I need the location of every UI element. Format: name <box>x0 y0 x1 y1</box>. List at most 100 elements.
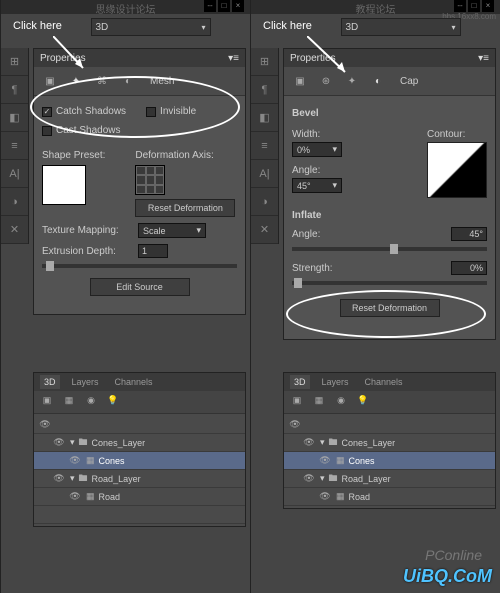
visibility-icon[interactable]: 👁 <box>68 455 82 466</box>
tool-icon[interactable]: ◑ <box>1 188 28 216</box>
chevron-down-icon: ▾ <box>332 144 337 155</box>
deform-axis-grid[interactable] <box>135 165 165 195</box>
layer-name: Road <box>99 492 121 502</box>
cap-tab-icon[interactable]: ◐ <box>120 73 136 89</box>
chevron-down-icon: ▾ <box>332 180 337 191</box>
layer-row[interactable]: 👁 <box>34 416 245 434</box>
layer-item[interactable]: 👁▦Road <box>284 488 495 506</box>
chevron-down-icon: ▾ <box>320 473 325 484</box>
edit-source-button[interactable]: Edit Source <box>90 278 190 296</box>
tab-channels[interactable]: Channels <box>361 375 407 389</box>
tool-icon[interactable]: ≡ <box>251 132 278 160</box>
tab-label: Mesh <box>150 76 174 87</box>
visibility-icon[interactable]: 👁 <box>318 491 332 502</box>
tool-icon[interactable]: ◧ <box>251 104 278 132</box>
reset-deformation-button[interactable]: Reset Deformation <box>135 199 235 217</box>
width-dropdown[interactable]: 0%▾ <box>292 142 342 157</box>
layer-item[interactable]: 👁▦Road <box>34 488 245 506</box>
tool-icon[interactable]: ◧ <box>1 104 28 132</box>
extrusion-depth-input[interactable]: 1 <box>138 244 168 258</box>
reset-deformation-button[interactable]: Reset Deformation <box>340 299 440 317</box>
texture-mapping-dropdown[interactable]: Scale ▾ <box>138 223 206 238</box>
layer-item[interactable]: 👁▦Cones <box>284 452 495 470</box>
filter-icon[interactable]: ▣ <box>40 395 54 409</box>
tool-icon[interactable]: ⊞ <box>251 48 278 76</box>
tab-channels[interactable]: Channels <box>111 375 157 389</box>
material-icon[interactable]: ◉ <box>84 395 98 409</box>
visibility-icon[interactable]: 👁 <box>288 419 302 430</box>
cap-tab-icon[interactable]: ◐ <box>370 73 386 89</box>
deform-tab-icon[interactable]: ⌘ <box>94 73 110 89</box>
light-icon[interactable]: 💡 <box>356 395 370 409</box>
tool-icon[interactable]: ✕ <box>251 216 278 244</box>
mesh-tab-icon[interactable]: ✦ <box>68 73 84 89</box>
visibility-icon[interactable]: 👁 <box>302 473 316 484</box>
tool-icon[interactable]: ¶ <box>251 76 278 104</box>
texture-mapping-label: Texture Mapping: <box>42 225 132 236</box>
close-icon[interactable]: × <box>482 0 494 12</box>
watermark: 教程论坛 <box>356 1 396 16</box>
tool-icon[interactable]: ¶ <box>1 76 28 104</box>
tool-icon[interactable]: ✕ <box>1 216 28 244</box>
mesh-icon[interactable]: ▦ <box>62 395 76 409</box>
extrusion-slider[interactable] <box>42 264 237 268</box>
shape-preset-swatch[interactable] <box>42 165 86 205</box>
workspace-dropdown[interactable]: 3D ▾ <box>91 18 211 36</box>
filter-icon[interactable]: ▣ <box>290 395 304 409</box>
mesh-icon: ▦ <box>336 491 345 502</box>
invisible-checkbox[interactable] <box>146 107 156 117</box>
close-icon[interactable]: × <box>232 0 244 12</box>
properties-tab-icon[interactable]: ▣ <box>42 73 58 89</box>
angle-dropdown[interactable]: 45°▾ <box>292 178 342 193</box>
dropdown-label: 3D <box>96 22 109 33</box>
panel-menu-icon[interactable]: ▾≡ <box>228 53 239 64</box>
layer-folder[interactable]: 👁▾🖿Cones_Layer <box>34 434 245 452</box>
tool-icon[interactable]: A| <box>1 160 28 188</box>
maximize-icon[interactable]: □ <box>468 0 480 12</box>
tool-icon[interactable]: ≡ <box>1 132 28 160</box>
mesh-tab-icon[interactable]: ⊛ <box>318 73 334 89</box>
visibility-icon[interactable]: 👁 <box>302 437 316 448</box>
dropdown-value: Scale <box>143 226 166 236</box>
visibility-icon[interactable]: 👁 <box>52 437 66 448</box>
catch-shadows-checkbox[interactable]: ✓ <box>42 107 52 117</box>
visibility-icon[interactable]: 👁 <box>318 455 332 466</box>
strength-value[interactable]: 0% <box>451 261 487 275</box>
watermark: PConline <box>425 547 482 563</box>
deform-tab-icon[interactable]: ✦ <box>344 73 360 89</box>
tool-icon[interactable]: ◑ <box>251 188 278 216</box>
folder-icon: 🖿 <box>79 471 88 487</box>
tool-strip: ⊞ ¶ ◧ ≡ A| ◑ ✕ <box>1 48 29 244</box>
inflate-angle-slider[interactable] <box>292 247 487 251</box>
inflate-angle-value[interactable]: 45° <box>451 227 487 241</box>
layer-folder[interactable]: 👁▾🖿Cones_Layer <box>284 434 495 452</box>
tab-layers[interactable]: Layers <box>318 375 353 389</box>
light-icon[interactable]: 💡 <box>106 395 120 409</box>
workspace-dropdown[interactable]: 3D ▾ <box>341 18 461 36</box>
folder-icon: 🖿 <box>329 471 338 487</box>
visibility-icon[interactable]: 👁 <box>52 473 66 484</box>
tab-3d[interactable]: 3D <box>40 375 60 389</box>
tab-layers[interactable]: Layers <box>68 375 103 389</box>
layer-folder[interactable]: 👁▾🖿Road_Layer <box>34 470 245 488</box>
layer-item[interactable]: 👁▦Cones <box>34 452 245 470</box>
visibility-icon[interactable]: 👁 <box>38 419 52 430</box>
strength-slider[interactable] <box>292 281 487 285</box>
tool-icon[interactable]: ⊞ <box>1 48 28 76</box>
minimize-icon[interactable]: -- <box>454 0 466 12</box>
click-here-label: Click here <box>13 20 62 32</box>
layer-folder[interactable]: 👁▾🖿Road_Layer <box>284 470 495 488</box>
contour-swatch[interactable] <box>427 142 487 198</box>
layer-row[interactable]: 👁 <box>284 416 495 434</box>
tab-3d[interactable]: 3D <box>290 375 310 389</box>
properties-tab-icon[interactable]: ▣ <box>292 73 308 89</box>
material-icon[interactable]: ◉ <box>334 395 348 409</box>
minimize-icon[interactable]: -- <box>204 0 216 12</box>
mesh-icon[interactable]: ▦ <box>312 395 326 409</box>
panel-menu-icon[interactable]: ▾≡ <box>478 53 489 64</box>
cast-shadows-checkbox[interactable] <box>42 126 52 136</box>
maximize-icon[interactable]: □ <box>218 0 230 12</box>
tool-icon[interactable]: A| <box>251 160 278 188</box>
visibility-icon[interactable]: 👁 <box>68 491 82 502</box>
catch-shadows-label: Catch Shadows <box>56 106 126 117</box>
